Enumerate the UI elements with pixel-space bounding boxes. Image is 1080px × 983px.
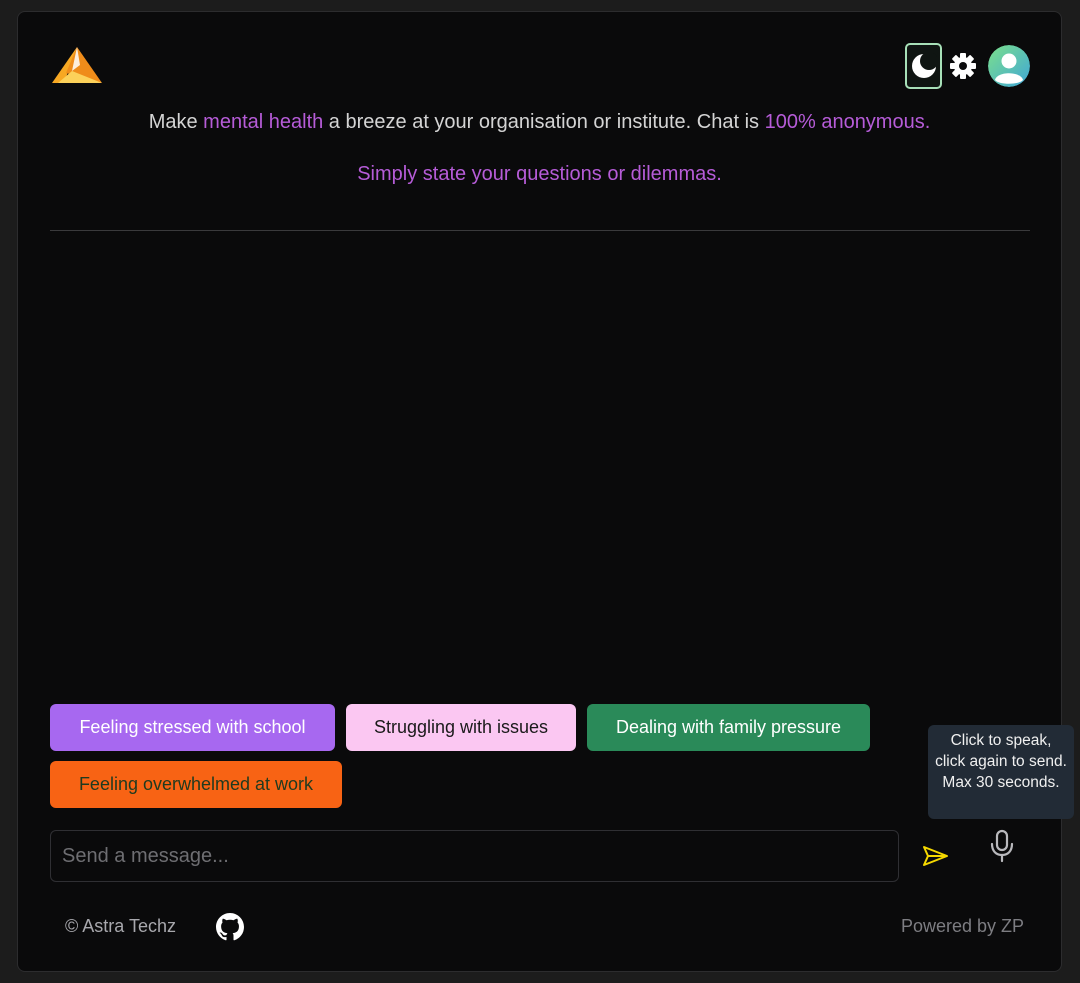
moon-icon [911,53,937,78]
astra-logo-icon[interactable] [50,45,104,85]
suggestion-chip[interactable]: Feeling stressed with school [50,704,335,751]
suggestion-chip[interactable]: Dealing with family pressure [587,704,870,751]
tagline: Make mental health a breeze at your orga… [18,111,1061,134]
microphone-icon [990,829,1014,863]
gear-icon [950,53,976,79]
github-link[interactable] [216,913,244,941]
theme-toggle-button[interactable] [905,43,942,89]
message-input[interactable] [50,830,899,882]
user-avatar-icon [988,45,1030,87]
chat-card: Make mental health a breeze at your orga… [17,11,1074,972]
send-button[interactable] [922,844,950,868]
powered-by: Powered by ZP [900,916,1024,936]
suggestion-chip[interactable]: Struggling with issues [346,704,576,751]
tagline-highlight-anonymous: 100% anonymous. [764,111,931,133]
tagline-text-2: a breeze at your organisation or institu… [323,111,765,133]
suggestion-chip[interactable]: Feeling overwhelmed at work [50,761,342,808]
tagline-highlight-mental-health: mental health [203,111,324,133]
footer-copyright: © Astra Techz [65,916,176,936]
subtagline: Simply state your questions or dilemmas. [357,163,722,185]
send-icon [923,846,948,866]
header-actions [905,43,1030,89]
user-avatar[interactable] [988,45,1030,87]
microphone-tooltip: Click to speak, click again to send. Max… [928,725,1074,819]
header-divider [50,230,1030,231]
github-icon [216,913,244,941]
settings-button[interactable] [948,51,978,81]
tagline-text-1: Make [148,111,204,133]
microphone-button[interactable] [987,829,1017,863]
